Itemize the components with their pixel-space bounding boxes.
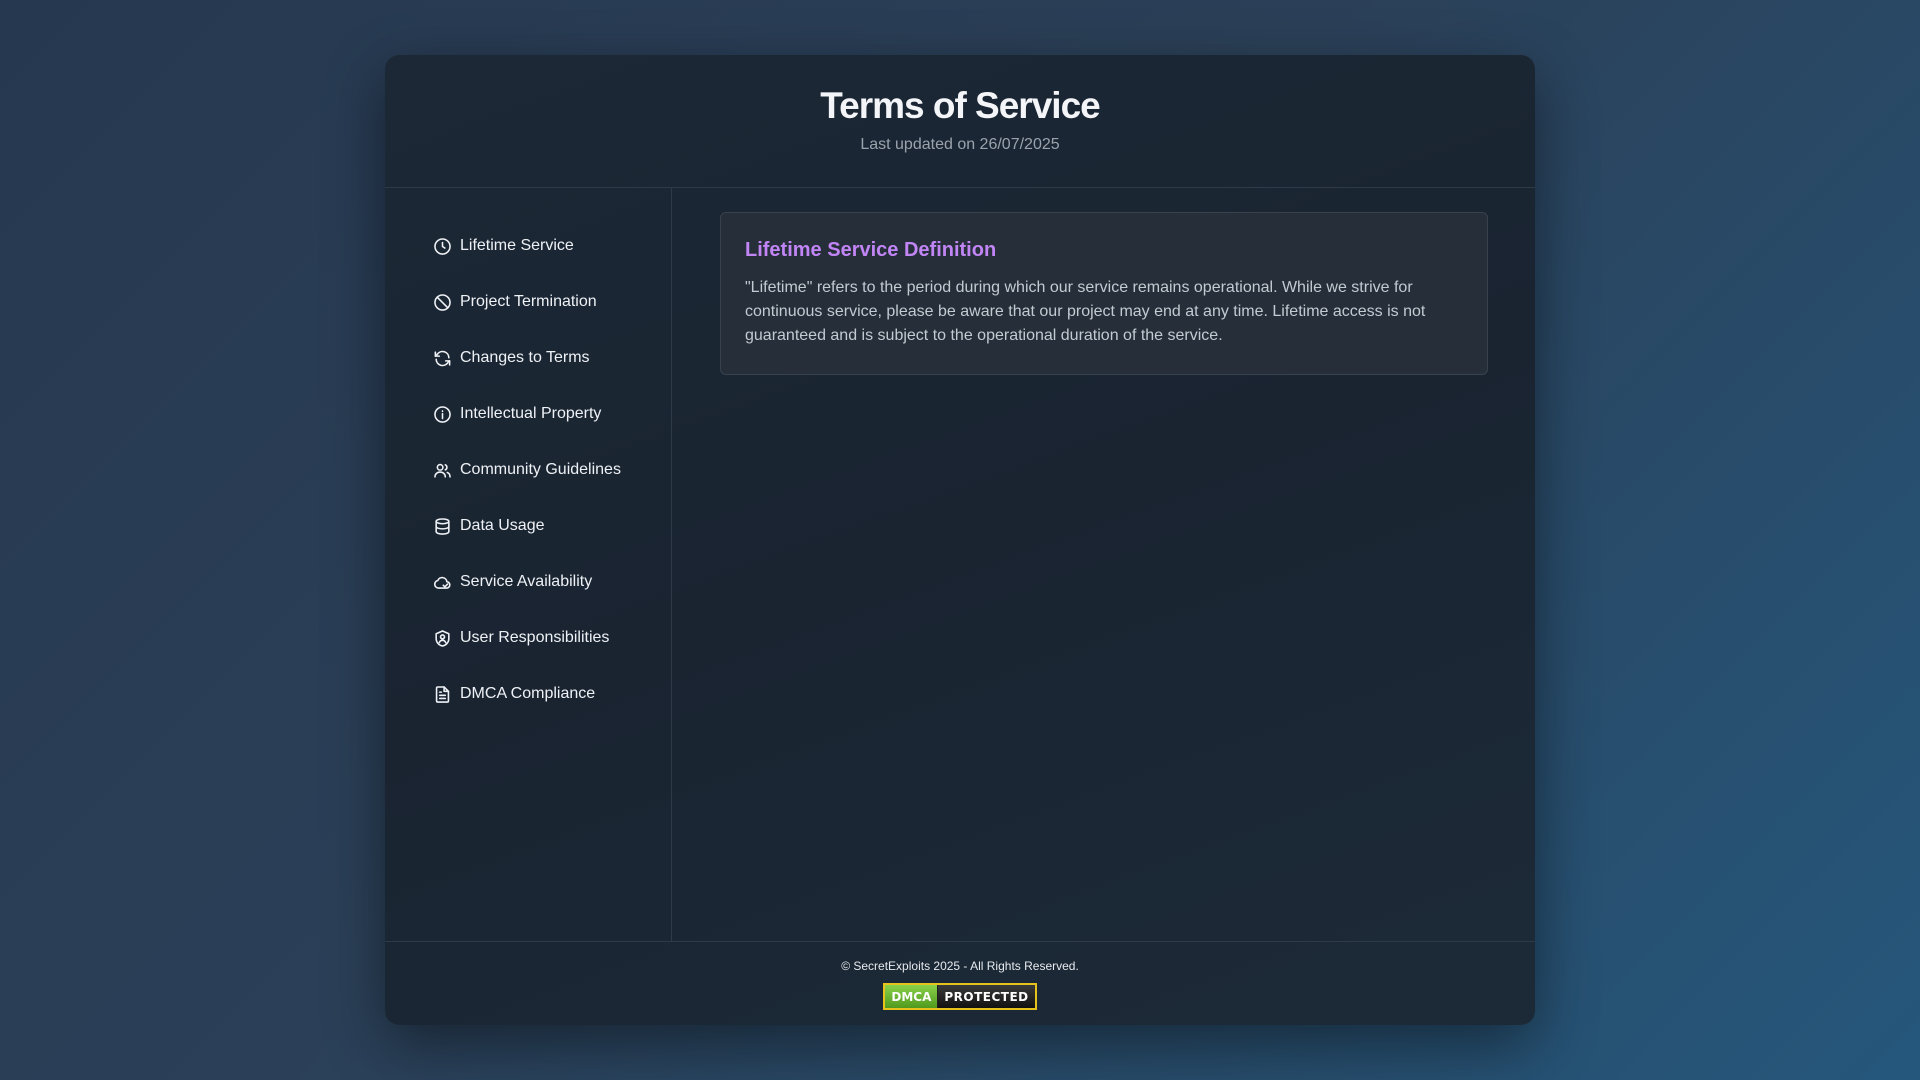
section-title: Lifetime Service Definition [745, 239, 997, 261]
section-text: "Lifetime" refers to the period during w… [745, 279, 1426, 344]
section-card: Lifetime Service Definition "Lifetime" r… [720, 212, 1488, 375]
sidebar-item-project-termination[interactable]: Project Termination [433, 274, 671, 330]
main-content: Lifetime Service Definition "Lifetime" r… [672, 188, 1535, 941]
sidebar-item-dmca-compliance[interactable]: DMCA Compliance [433, 666, 671, 722]
last-updated-text: Last updated on 26/07/2025 [860, 136, 1060, 153]
page-header: Terms of Service Last updated on 26/07/2… [385, 55, 1535, 188]
ban-icon [433, 293, 452, 312]
sidebar-item-changes-to-terms[interactable]: Changes to Terms [433, 330, 671, 386]
page-footer: © SecretExploits 2025 - All Rights Reser… [385, 941, 1535, 1025]
sidebar-item-service-availability[interactable]: Service Availability [433, 554, 671, 610]
info-icon [433, 405, 452, 424]
sidebar-item-label: Changes to Terms [460, 349, 590, 366]
sidebar-item-intellectual-property[interactable]: Intellectual Property [433, 386, 671, 442]
dmca-badge[interactable]: DMCA PROTECTED [883, 983, 1037, 1010]
clock-icon [433, 237, 452, 256]
sidebar-item-label: Lifetime Service [460, 237, 574, 254]
document-icon [433, 685, 452, 704]
sidebar-item-label: Project Termination [460, 293, 597, 310]
shield-user-icon [433, 629, 452, 648]
sidebar-item-label: User Responsibilities [460, 629, 610, 646]
page-title: Terms of Service [820, 85, 1100, 126]
sidebar-item-data-usage[interactable]: Data Usage [433, 498, 671, 554]
body-area: Lifetime Service Project Termination Cha… [385, 188, 1535, 941]
database-icon [433, 517, 452, 536]
sidebar-item-label: Intellectual Property [460, 405, 602, 422]
copyright-text: © SecretExploits 2025 - All Rights Reser… [841, 959, 1079, 973]
cloud-icon [433, 573, 452, 592]
sidebar-item-lifetime-service[interactable]: Lifetime Service [433, 218, 671, 274]
sidebar-item-user-responsibilities[interactable]: User Responsibilities [433, 610, 671, 666]
dmca-badge-right: PROTECTED [938, 985, 1035, 1008]
sidebar-item-label: DMCA Compliance [460, 685, 596, 702]
users-icon [433, 461, 452, 480]
terms-panel: Terms of Service Last updated on 26/07/2… [385, 55, 1535, 1025]
sidebar-item-label: Community Guidelines [460, 461, 621, 478]
refresh-icon [433, 349, 452, 368]
sidebar-nav: Lifetime Service Project Termination Cha… [385, 188, 672, 941]
sidebar-item-label: Data Usage [460, 517, 545, 534]
sidebar-item-community-guidelines[interactable]: Community Guidelines [433, 442, 671, 498]
dmca-badge-left: DMCA [885, 985, 939, 1008]
sidebar-item-label: Service Availability [460, 573, 593, 590]
